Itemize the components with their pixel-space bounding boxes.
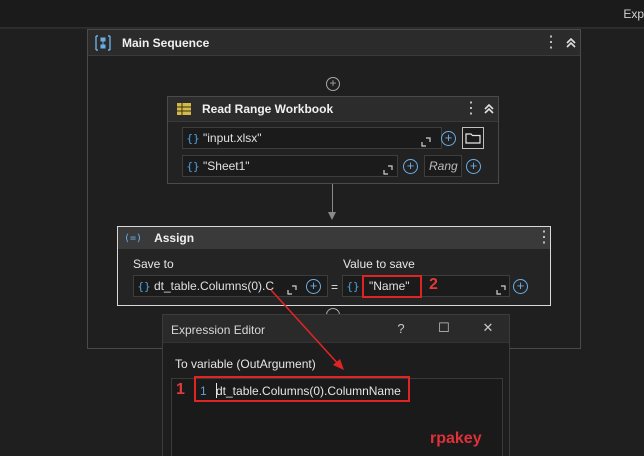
expression-editor-titlebar[interactable]: Expression Editor ? ☐ ✕ <box>163 315 509 343</box>
annotation-number-2: 2 <box>429 276 438 293</box>
connector-line <box>332 184 333 214</box>
sheet-name-value[interactable]: "Sheet1" <box>203 159 250 173</box>
plus-circle-icon[interactable]: + <box>466 159 481 174</box>
save-to-label: Save to <box>133 257 174 271</box>
collapse-chevrons-icon[interactable] <box>564 36 578 50</box>
expand-icon[interactable] <box>421 134 431 147</box>
maximize-button[interactable]: ☐ <box>436 320 452 336</box>
close-button[interactable]: ✕ <box>480 320 496 336</box>
top-bar: Exp <box>0 0 644 28</box>
expression-braces-icon: {} <box>137 279 151 293</box>
read-range-header[interactable]: Read Range Workbook ⋮ <box>168 97 498 122</box>
expression-braces-icon: {} <box>346 279 360 293</box>
top-bar-label[interactable]: Exp <box>623 7 644 21</box>
assign-icon: (=) <box>124 232 143 244</box>
expression-braces-icon: {} <box>186 159 200 173</box>
add-activity-icon[interactable]: + <box>326 77 340 91</box>
assign-activity[interactable]: (=) Assign ⋮ Save to Value to save {} dt… <box>117 226 552 306</box>
main-sequence-header[interactable]: Main Sequence ⋮ <box>88 30 580 56</box>
assign-title: Assign <box>154 231 195 245</box>
sheet-name-field[interactable]: {} "Sheet1" <box>182 155 398 177</box>
equals-sign: = <box>331 280 339 294</box>
value-to-save-label: Value to save <box>343 257 415 271</box>
collapse-chevrons-icon[interactable] <box>482 102 496 116</box>
save-to-value[interactable]: dt_table.Columns(0).C <box>154 279 279 293</box>
save-to-field[interactable]: {} dt_table.Columns(0).C <box>133 275 328 297</box>
read-range-title: Read Range Workbook <box>202 102 334 116</box>
expression-editor-title: Expression Editor <box>171 323 266 337</box>
kebab-menu-icon[interactable]: ⋮ <box>463 101 479 117</box>
expand-icon[interactable] <box>287 282 297 295</box>
sequence-icon <box>94 34 112 51</box>
connector-arrowhead <box>328 212 336 220</box>
watermark-text: rpakey <box>430 430 482 447</box>
range-field[interactable]: Rang <box>424 155 462 177</box>
spreadsheet-icon <box>176 102 192 116</box>
plus-circle-icon[interactable]: + <box>441 131 456 146</box>
workbook-path-field[interactable]: {} "input.xlsx" <box>182 127 442 149</box>
assign-header[interactable]: (=) Assign ⋮ <box>118 227 552 249</box>
expand-icon[interactable] <box>383 162 393 175</box>
plus-circle-icon[interactable]: + <box>403 159 418 174</box>
kebab-menu-icon[interactable]: ⋮ <box>543 35 559 51</box>
annotation-box-1 <box>194 376 410 402</box>
read-range-activity[interactable]: Read Range Workbook ⋮ {} "input.xlsx" + … <box>167 96 499 184</box>
main-sequence-title: Main Sequence <box>122 35 210 50</box>
expand-icon[interactable] <box>496 282 506 295</box>
folder-icon <box>465 133 481 144</box>
expression-braces-icon: {} <box>186 131 200 145</box>
help-button[interactable]: ? <box>393 321 409 336</box>
variable-label: To variable (OutArgument) <box>175 357 316 371</box>
workbook-path-value[interactable]: "input.xlsx" <box>203 131 262 145</box>
kebab-menu-icon[interactable]: ⋮ <box>536 230 552 246</box>
plus-circle-icon[interactable]: + <box>513 279 528 294</box>
annotation-box-2 <box>362 275 422 298</box>
plus-circle-icon[interactable]: + <box>306 279 321 294</box>
folder-browse-button[interactable] <box>462 127 484 149</box>
annotation-number-1: 1 <box>176 381 185 398</box>
